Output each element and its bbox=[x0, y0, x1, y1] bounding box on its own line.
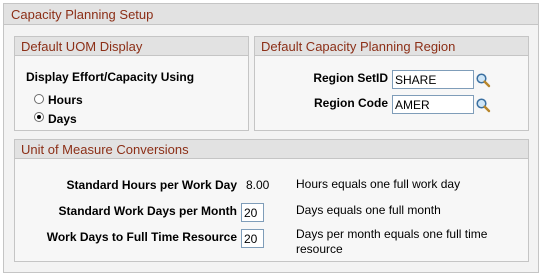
hours-radio-label[interactable]: Hours bbox=[48, 93, 83, 107]
std-hours-per-day-description: Hours equals one full work day bbox=[296, 177, 461, 191]
work-days-full-time-description-line1: Days per month equals one full time bbox=[296, 227, 488, 241]
std-days-per-month-label: Standard Work Days per Month bbox=[58, 204, 237, 218]
region-setid-input[interactable] bbox=[392, 70, 474, 89]
search-icon[interactable] bbox=[475, 72, 491, 88]
conversions-group-title: Unit of Measure Conversions bbox=[15, 140, 528, 159]
default-uom-display-group: Default UOM Display Display Effort/Capac… bbox=[14, 36, 249, 131]
page-title: Capacity Planning Setup bbox=[4, 4, 538, 25]
region-setid-label: Region SetID bbox=[313, 71, 388, 85]
days-radio-label[interactable]: Days bbox=[48, 112, 77, 126]
days-radio[interactable] bbox=[34, 112, 44, 122]
region-group-title: Default Capacity Planning Region bbox=[255, 37, 528, 56]
uom-group-title: Default UOM Display bbox=[15, 37, 248, 56]
default-region-group: Default Capacity Planning Region Region … bbox=[254, 36, 529, 131]
std-hours-per-day-label: Standard Hours per Work Day bbox=[66, 178, 237, 192]
region-code-label: Region Code bbox=[314, 96, 388, 110]
work-days-full-time-label: Work Days to Full Time Resource bbox=[46, 230, 237, 244]
uom-conversions-group: Unit of Measure Conversions Standard Hou… bbox=[14, 139, 529, 262]
std-days-per-month-description: Days equals one full month bbox=[296, 203, 441, 217]
display-using-label: Display Effort/Capacity Using bbox=[26, 70, 195, 84]
work-days-full-time-input[interactable] bbox=[241, 229, 264, 248]
hours-radio[interactable] bbox=[34, 94, 44, 104]
work-days-full-time-description-line2: resource bbox=[296, 242, 343, 256]
std-days-per-month-input[interactable] bbox=[241, 203, 264, 222]
region-code-input[interactable] bbox=[392, 95, 474, 114]
std-hours-per-day-value: 8.00 bbox=[246, 178, 270, 192]
search-icon[interactable] bbox=[475, 97, 491, 113]
